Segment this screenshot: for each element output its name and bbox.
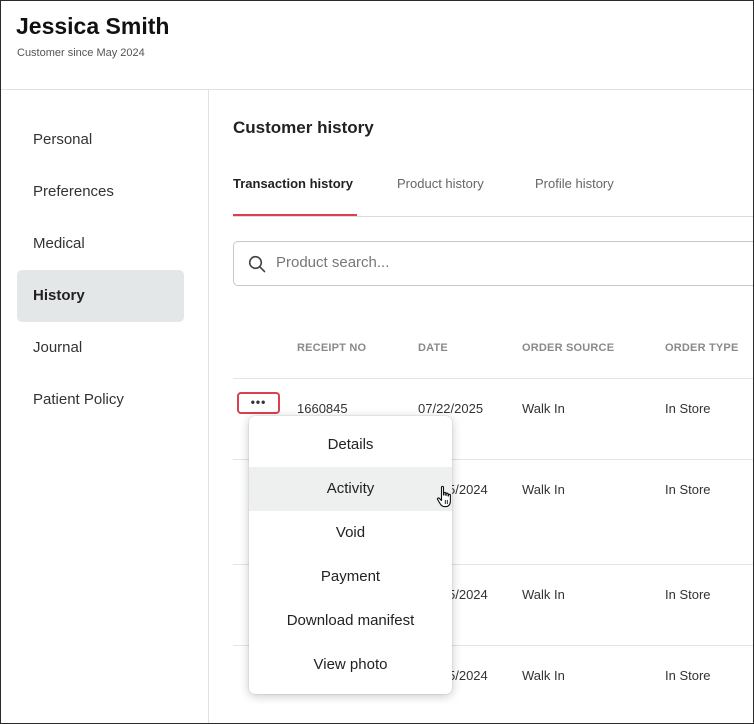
order-type: In Store [665, 668, 711, 683]
order-type: In Store [665, 482, 711, 497]
search-input[interactable] [276, 254, 746, 271]
order-source: Walk In [522, 587, 565, 602]
sidebar-item-patient-policy[interactable]: Patient Policy [17, 374, 184, 426]
sidebar-item-medical[interactable]: Medical [17, 218, 184, 270]
sidebar-item-preferences[interactable]: Preferences [17, 166, 184, 218]
order-type: In Store [665, 587, 711, 602]
order-type: In Store [665, 401, 711, 416]
product-search[interactable] [233, 241, 753, 286]
column-header-order-type: ORDER TYPE [665, 342, 739, 354]
tab-bar: Transaction history Product history Prof… [233, 166, 753, 217]
menu-item-details[interactable]: Details [249, 423, 452, 467]
tab-transaction-history[interactable]: Transaction history [233, 176, 353, 191]
column-header-date: DATE [418, 342, 448, 354]
menu-item-payment[interactable]: Payment [249, 555, 452, 599]
column-header-receipt-no: RECEIPT NO [297, 342, 367, 354]
active-tab-indicator [233, 214, 357, 216]
sidebar: Personal Preferences Medical History Jou… [1, 90, 209, 723]
app-window: Jessica Smith Customer since May 2024 Pe… [0, 0, 754, 724]
column-header-order-source: ORDER SOURCE [522, 342, 615, 354]
section-title: Customer history [233, 118, 374, 137]
menu-item-void[interactable]: Void [249, 511, 452, 555]
tab-product-history[interactable]: Product history [397, 176, 484, 191]
transaction-date: 5/2024 [448, 668, 488, 683]
tab-profile-history[interactable]: Profile history [535, 176, 614, 191]
receipt-number: 1660845 [297, 401, 348, 416]
sidebar-item-personal[interactable]: Personal [17, 114, 184, 166]
menu-item-view-photo[interactable]: View photo [249, 643, 452, 687]
search-icon [248, 255, 266, 273]
order-source: Walk In [522, 668, 565, 683]
hand-pointer-icon [436, 485, 451, 508]
customer-since: Customer since May 2024 [17, 47, 145, 59]
row-actions-button[interactable]: ••• [237, 392, 280, 414]
sidebar-item-history[interactable]: History [17, 270, 184, 322]
menu-item-download-manifest[interactable]: Download manifest [249, 599, 452, 643]
order-source: Walk In [522, 482, 565, 497]
transaction-date: 5/2024 [448, 587, 488, 602]
sidebar-item-journal[interactable]: Journal [17, 322, 184, 374]
row-actions-menu: Details Activity Void Payment Download m… [249, 416, 452, 694]
transaction-date: 07/22/2025 [418, 401, 484, 416]
order-source: Walk In [522, 401, 565, 416]
customer-name: Jessica Smith [16, 13, 170, 39]
menu-item-activity[interactable]: Activity [249, 467, 452, 511]
row-divider [233, 378, 753, 379]
customer-header: Jessica Smith Customer since May 2024 [1, 1, 753, 90]
